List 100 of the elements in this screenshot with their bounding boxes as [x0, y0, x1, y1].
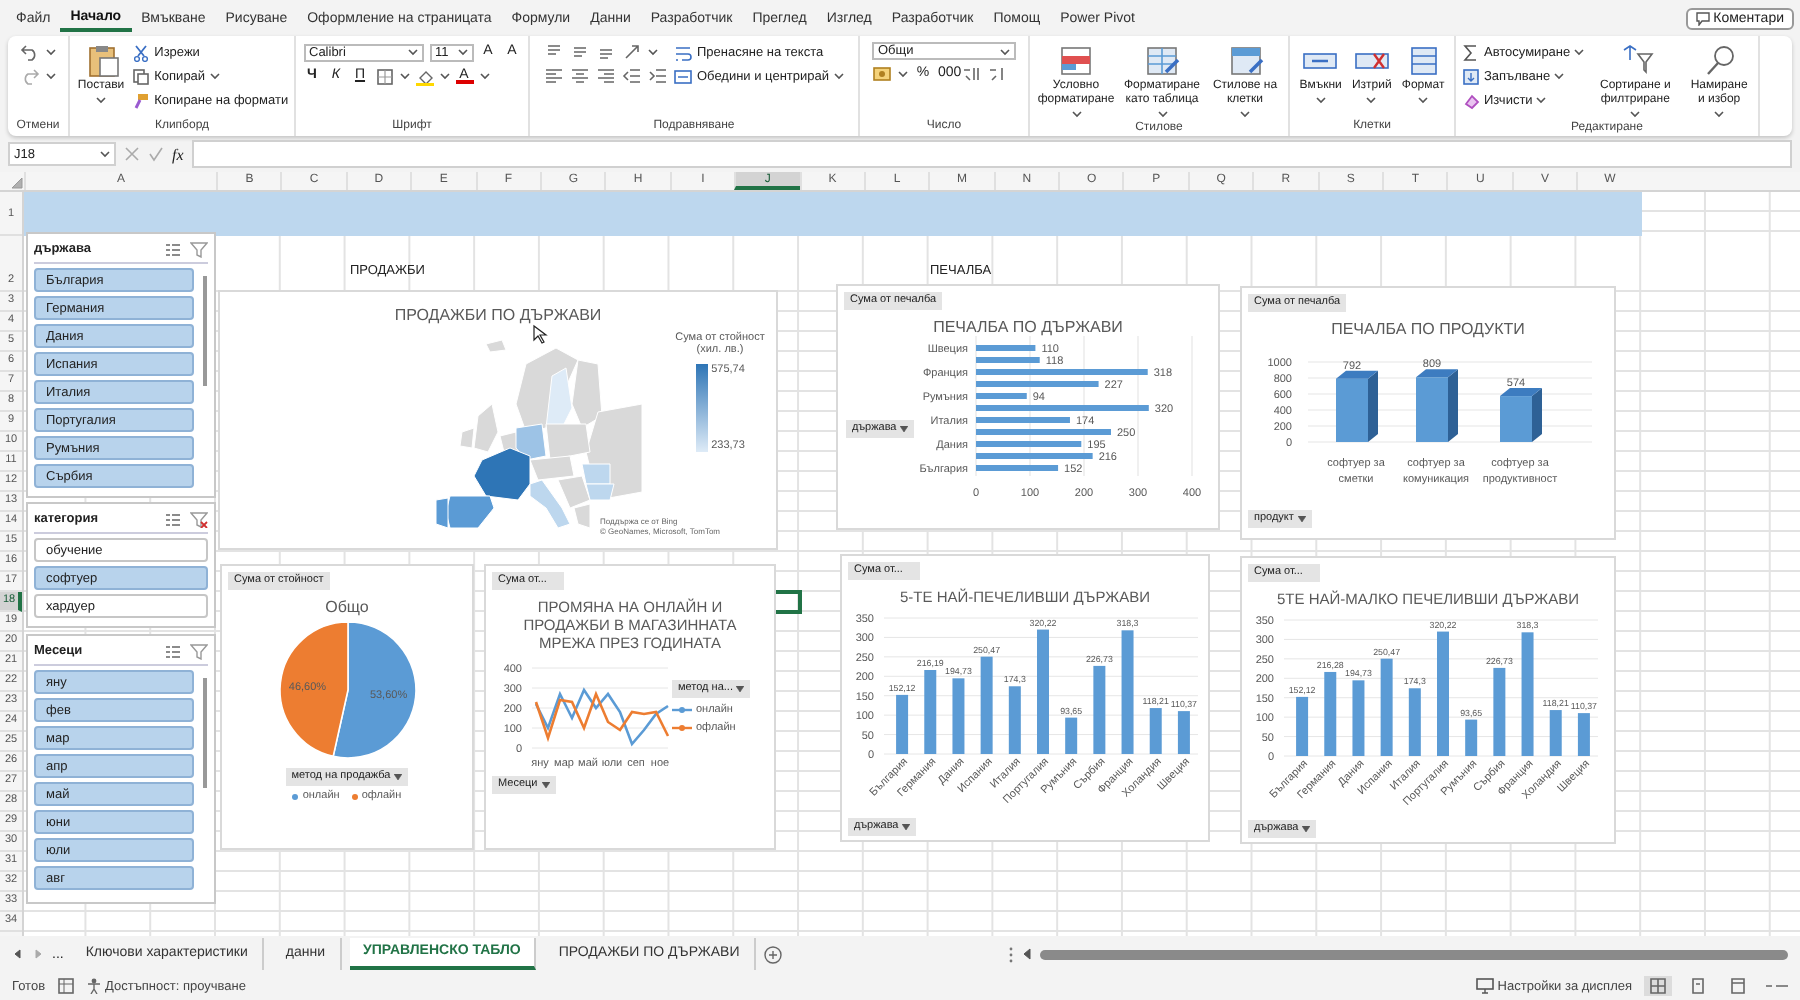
dropdown-icon	[900, 426, 909, 432]
caret-icon[interactable]	[1536, 96, 1547, 104]
caret-icon[interactable]	[1000, 47, 1010, 55]
bar	[1324, 671, 1337, 756]
chart-title: Общо	[323, 598, 371, 616]
caret-icon[interactable]	[1554, 72, 1565, 80]
chart-title: ПЕЧАЛБА ПО ПРОДУКТИ	[1329, 320, 1527, 338]
caret-icon[interactable]	[457, 48, 467, 56]
legend-dot	[351, 793, 358, 799]
normal-view-icon[interactable]	[1650, 978, 1666, 994]
page-layout-icon[interactable]	[1690, 978, 1706, 994]
undo-icon[interactable]	[20, 42, 40, 62]
dropdown-icon	[902, 824, 911, 830]
bar	[976, 429, 1111, 435]
bar	[1380, 658, 1393, 756]
increase-indent-icon[interactable]	[648, 66, 669, 86]
borders-icon[interactable]	[375, 67, 393, 85]
caret-icon[interactable]	[1574, 48, 1585, 56]
align-left-icon[interactable]	[544, 66, 565, 86]
fill-color-icon[interactable]	[415, 67, 433, 85]
legend-dot	[292, 793, 299, 799]
merge-icon	[674, 67, 693, 85]
caret-icon[interactable]	[1630, 110, 1641, 118]
caret-icon[interactable]	[833, 72, 843, 80]
bar	[1149, 708, 1162, 754]
legend-line	[672, 724, 692, 732]
currency-icon[interactable]	[872, 64, 892, 84]
dropdown-icon	[1302, 826, 1311, 832]
add-sheet-icon[interactable]	[763, 945, 782, 963]
clear-filter-icon[interactable]	[190, 511, 208, 527]
color-scale	[695, 364, 708, 452]
page-break-icon[interactable]	[1730, 978, 1746, 994]
bar	[976, 465, 1059, 471]
scroll-left-icon[interactable]	[1022, 948, 1032, 960]
scrollbar-thumb[interactable]	[1040, 949, 1788, 959]
bar	[1521, 632, 1534, 756]
middle-align-icon[interactable]	[570, 42, 591, 62]
bar	[1093, 665, 1106, 754]
clear-filter-icon[interactable]	[190, 241, 208, 257]
dropdown-icon	[1297, 516, 1306, 522]
multi-select-icon[interactable]	[164, 241, 182, 257]
caret-icon[interactable]	[439, 72, 449, 80]
bar	[1416, 369, 1458, 442]
legend-line	[672, 706, 692, 714]
splitter-icon[interactable]	[1008, 945, 1014, 963]
caret-icon[interactable]	[1315, 96, 1326, 104]
caret-icon[interactable]	[898, 70, 908, 78]
accessibility-icon[interactable]	[85, 978, 102, 994]
caret-icon[interactable]	[46, 48, 56, 56]
multi-select-icon[interactable]	[164, 511, 182, 527]
bar	[976, 441, 1082, 447]
zoom-out-icon[interactable]	[1764, 980, 1788, 992]
caret-icon[interactable]	[479, 72, 489, 80]
pointer-icon	[532, 324, 548, 344]
bar	[1336, 370, 1378, 442]
pie-slice	[279, 621, 349, 758]
align-right-icon[interactable]	[596, 66, 617, 86]
bar	[976, 393, 1027, 399]
caret-icon[interactable]	[96, 96, 107, 104]
conditional-format-icon	[1056, 44, 1096, 78]
caret-icon[interactable]	[1366, 96, 1377, 104]
macro-icon[interactable]	[57, 978, 74, 994]
wrap-text-icon	[674, 43, 693, 61]
decrease-decimal-icon[interactable]	[988, 64, 1008, 84]
bar	[976, 381, 1099, 387]
check-icon[interactable]	[148, 146, 164, 162]
dropdown-icon	[541, 782, 550, 788]
bar	[1121, 630, 1134, 754]
caret-icon[interactable]	[1714, 110, 1725, 118]
text-direction-icon[interactable]	[622, 42, 643, 62]
caret-icon[interactable]	[1157, 110, 1167, 118]
formula-input[interactable]	[191, 140, 1792, 168]
bar	[1500, 388, 1542, 442]
caret-icon[interactable]	[648, 48, 659, 56]
caret-icon[interactable]	[407, 48, 417, 56]
align-center-icon[interactable]	[570, 66, 591, 86]
bar	[952, 678, 965, 754]
bar	[976, 453, 1093, 459]
bar	[1493, 667, 1506, 756]
increase-decimal-icon[interactable]	[962, 64, 982, 84]
caret-icon[interactable]	[100, 150, 110, 158]
bar	[1008, 686, 1021, 754]
pie-slice	[332, 621, 417, 759]
caret-icon[interactable]	[1240, 110, 1250, 118]
decrease-indent-icon[interactable]	[622, 66, 643, 86]
scissors-icon	[132, 43, 151, 61]
bar	[976, 345, 1036, 351]
bar	[1465, 719, 1478, 756]
caret-icon[interactable]	[1418, 96, 1429, 104]
bar	[924, 670, 937, 754]
clear-filter-icon[interactable]	[190, 643, 208, 659]
caret-icon[interactable]	[46, 72, 56, 80]
caret-icon[interactable]	[399, 72, 409, 80]
previous-sheet-icon[interactable]	[12, 948, 24, 960]
caret-icon[interactable]	[209, 72, 220, 80]
multi-select-icon[interactable]	[164, 643, 182, 659]
caret-icon[interactable]	[1071, 110, 1081, 118]
bar	[1177, 711, 1190, 754]
insert-function-button[interactable]: fx	[172, 145, 184, 163]
comment-icon	[1695, 11, 1710, 25]
